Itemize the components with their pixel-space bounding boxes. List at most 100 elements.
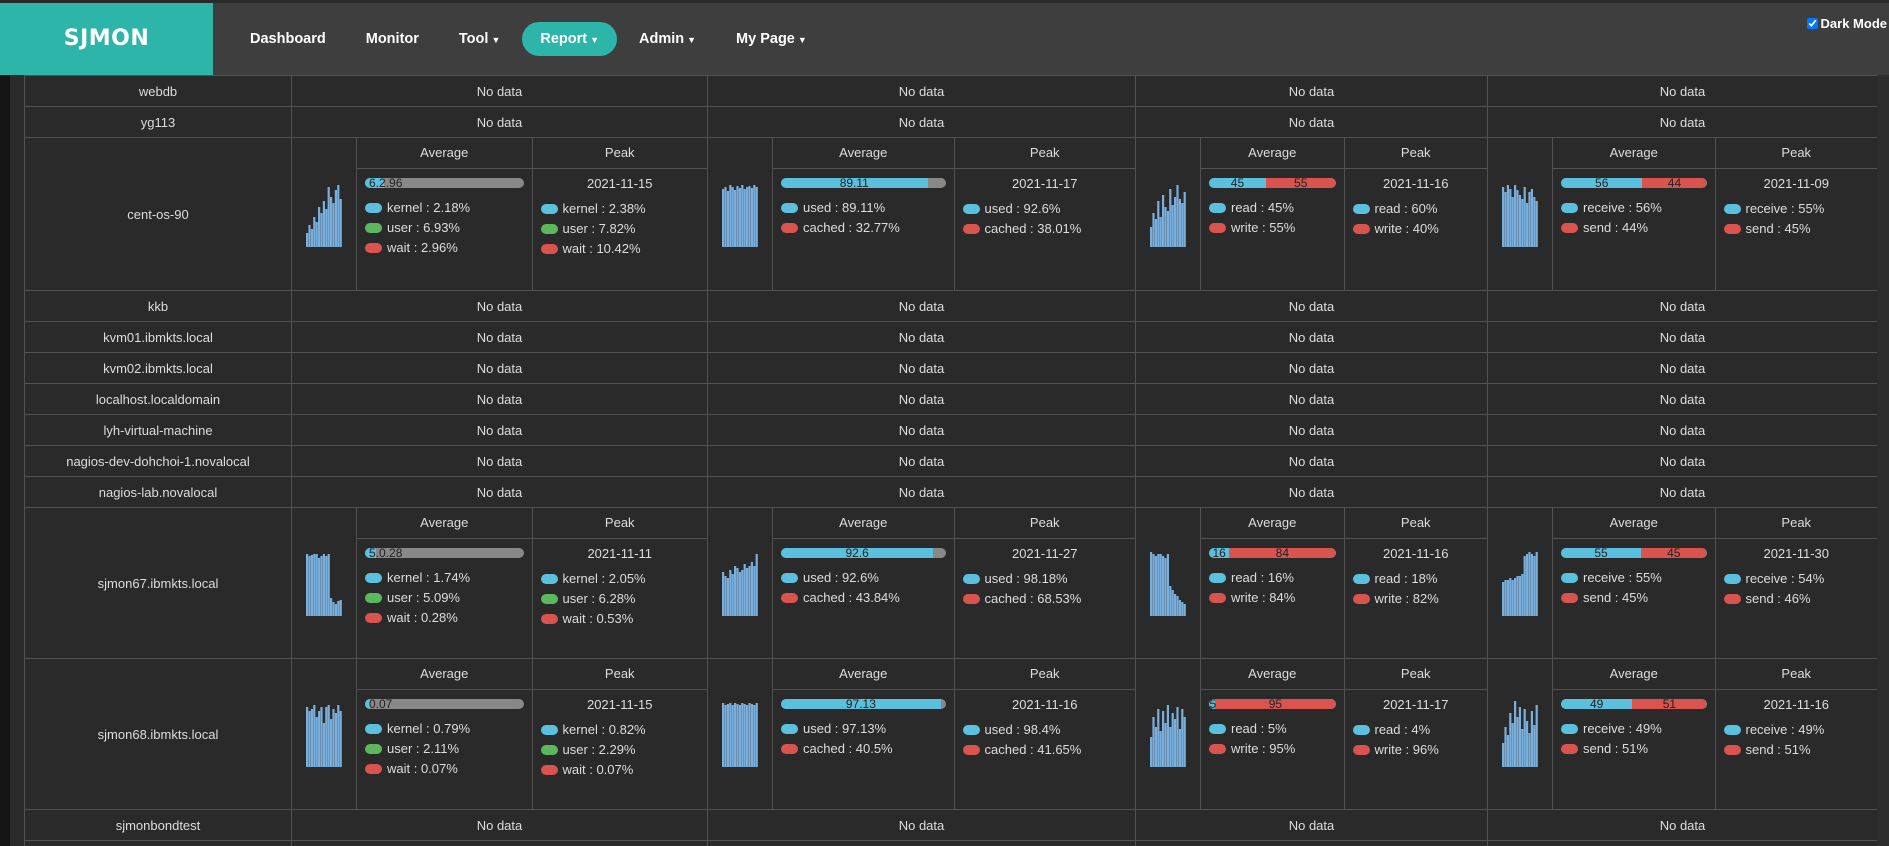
dark-mode-checkbox[interactable] xyxy=(1806,18,1818,29)
no-data-cell: No data xyxy=(707,352,1136,384)
sparkline[interactable] xyxy=(1488,138,1553,290)
sparkline-bar xyxy=(748,703,751,767)
legend-item: wait : 0.07% xyxy=(365,761,524,776)
sparkline-bar xyxy=(731,705,734,767)
peak-header: Peak xyxy=(954,138,1135,169)
peak-column: Peak 2021-11-16 receive : 49% send : 51% xyxy=(1715,659,1878,809)
sparkline[interactable] xyxy=(292,138,357,290)
nav-tool[interactable]: Tool ▼ xyxy=(441,22,518,56)
sparkline-bar xyxy=(1183,192,1186,247)
sparkline-bar xyxy=(1157,709,1160,767)
sparkline-bar xyxy=(1521,199,1524,247)
sparkline-bar xyxy=(332,203,335,247)
no-data-cell: No data xyxy=(707,75,1136,107)
sparkline[interactable] xyxy=(708,138,773,290)
average-column: Average 45 55 read : 45% write : 55% xyxy=(1201,138,1345,290)
sparkline[interactable] xyxy=(292,659,357,809)
legend-item: send : 51% xyxy=(1561,741,1707,756)
nav-report[interactable]: Report ▼ xyxy=(522,22,618,56)
sparkline-bar xyxy=(724,187,727,247)
peak-body: 2021-11-15 kernel : 0.82% user : 2.29% wait… xyxy=(533,690,708,809)
average-column: Average 5.0.28 kernel : 1.74% user : 5.09% w… xyxy=(357,508,533,658)
no-data-cell: No data xyxy=(1135,383,1488,415)
legend-item: cached : 41.65% xyxy=(962,742,1128,757)
no-data-cell: No data xyxy=(291,414,708,446)
average-body: 49 51 receive : 49% send : 51% xyxy=(1553,690,1715,809)
sparkline-bar xyxy=(741,570,744,616)
nav-dashboard[interactable]: Dashboard xyxy=(232,22,344,56)
nav-my-page[interactable]: My Page ▼ xyxy=(718,22,825,56)
legend-item: used : 98.4% xyxy=(962,722,1128,737)
peak-column: Peak 2021-11-16 read : 60% write : 40% xyxy=(1344,138,1487,290)
average-column: Average 49 51 receive : 49% send : 51% xyxy=(1553,659,1716,809)
sparkline-bar xyxy=(313,554,316,616)
sparkline[interactable] xyxy=(1488,508,1553,658)
sparkline-chart xyxy=(1150,185,1186,247)
sparkline-bar xyxy=(327,554,330,616)
metric-cell-mem: Average 89.11 used : 89.11% cached : 32.77%… xyxy=(707,137,1136,291)
host-name: webdb xyxy=(24,75,292,107)
average-body: 45 55 read : 45% write : 55% xyxy=(1201,169,1344,290)
legend-swatch xyxy=(781,723,798,734)
legend-swatch xyxy=(540,724,558,735)
peak-date: 2021-11-16 xyxy=(1382,176,1449,191)
brand-logo[interactable]: SJMON xyxy=(0,3,213,75)
no-data-cell: No data xyxy=(707,809,1136,841)
sparkline-bar xyxy=(755,554,758,616)
sparkline-bar xyxy=(306,233,309,247)
legend-swatch xyxy=(1561,572,1578,583)
usage-bar-label: 89.11 xyxy=(839,178,869,188)
legend-label: wait : 0.07% xyxy=(562,762,634,777)
peak-body: 2021-11-16 receive : 49% send : 51% xyxy=(1716,690,1878,809)
legend-swatch xyxy=(1561,723,1578,734)
sparkline-bar xyxy=(1535,552,1538,616)
legend-label: read : 16% xyxy=(1231,570,1294,585)
sparkline-bar xyxy=(310,555,313,616)
legend-swatch xyxy=(540,764,558,775)
host-name: nagios-dev-dohchoi-1.novalocal xyxy=(24,445,292,477)
sparkline[interactable] xyxy=(1136,659,1201,809)
sparkline[interactable] xyxy=(1488,659,1553,809)
peak-date: 2021-11-11 xyxy=(587,546,653,561)
legend-swatch xyxy=(540,744,558,755)
sparkline-bar xyxy=(741,185,744,247)
sparkline-bar xyxy=(1509,578,1512,616)
legend-item: used : 98.18% xyxy=(962,571,1128,586)
sparkline-bar xyxy=(1166,705,1169,767)
nav-monitor[interactable]: Monitor xyxy=(348,22,437,56)
sparkline-bar xyxy=(1506,185,1509,247)
sparkline-bar xyxy=(339,711,342,767)
sparkline-bar xyxy=(1526,203,1529,247)
sparkline[interactable] xyxy=(708,508,773,658)
legend-item: kernel : 2.38% xyxy=(540,201,700,216)
sparkline[interactable] xyxy=(1136,508,1201,658)
legend-label: wait : 2.96% xyxy=(387,240,458,255)
legend-swatch xyxy=(365,723,382,734)
usage-bar-left-label: 45 xyxy=(1230,178,1245,188)
legend-swatch xyxy=(1723,203,1741,214)
average-body: 5.0.28 kernel : 1.74% user : 5.09% wait : 0… xyxy=(357,539,532,658)
usage-bar-right-label: 44 xyxy=(1667,178,1682,188)
legend-swatch xyxy=(540,593,558,604)
legend-swatch xyxy=(365,222,382,233)
sparkline-bar xyxy=(337,705,340,767)
dark-mode-toggle[interactable]: Dark Mode xyxy=(1806,16,1887,31)
usage-bar-label: 97.13 xyxy=(845,699,876,709)
peak-header: Peak xyxy=(954,659,1135,690)
legend-label: read : 45% xyxy=(1231,200,1294,215)
sparkline[interactable] xyxy=(1136,138,1201,290)
no-data-cell: No data xyxy=(1487,414,1877,446)
sparkline[interactable] xyxy=(292,508,357,658)
legend-swatch xyxy=(962,593,980,604)
sparkline-bar xyxy=(1162,195,1165,247)
metric-cell-cpu: Average 5.0.28 kernel : 1.74% user : 5.09% w… xyxy=(291,507,708,659)
sparkline-bar xyxy=(1152,554,1155,616)
peak-header: Peak xyxy=(1344,138,1487,169)
sparkline-chart xyxy=(306,554,342,616)
sparkline-bar xyxy=(753,185,756,247)
nav-admin[interactable]: Admin ▼ xyxy=(621,22,714,56)
no-data-cell: No data xyxy=(1135,445,1488,477)
sparkline[interactable] xyxy=(708,659,773,809)
sparkline-bar xyxy=(322,201,325,247)
metric-cell-disk: Average 45 55 read : 45% write : 55% Peak 2021… xyxy=(1135,137,1488,291)
